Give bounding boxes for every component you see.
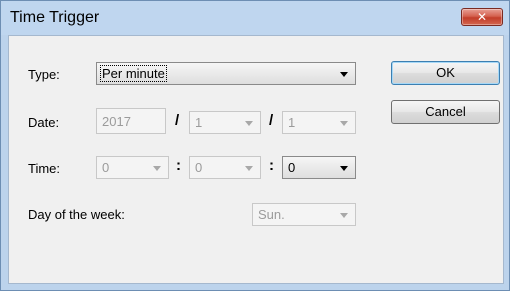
dialog-body: Type: Per minute Date: 2017 / 1 / 1 Time… — [8, 35, 504, 284]
time-hour-value: 0 — [102, 160, 110, 175]
date-year-field[interactable]: 2017 — [96, 108, 166, 134]
day-of-week-select[interactable]: Sun. — [252, 203, 356, 226]
chevron-down-icon — [340, 213, 348, 218]
date-separator: / — [175, 112, 180, 129]
chevron-down-icon — [340, 166, 348, 171]
time-minute-value: 0 — [195, 160, 203, 175]
type-label: Type: — [28, 67, 60, 82]
time-hour-select[interactable]: 0 — [96, 156, 169, 179]
date-year-value: 2017 — [102, 114, 131, 129]
date-separator: / — [269, 112, 274, 129]
day-of-week-value: Sun. — [258, 207, 285, 222]
close-icon: ✕ — [476, 10, 488, 24]
chevron-down-icon — [245, 121, 253, 126]
date-label: Date: — [28, 115, 60, 130]
date-month-value: 1 — [195, 115, 203, 130]
time-separator: : — [176, 157, 181, 174]
date-month-select[interactable]: 1 — [189, 111, 261, 134]
close-button[interactable]: ✕ — [461, 8, 503, 26]
time-second-select[interactable]: 0 — [282, 156, 356, 179]
type-select[interactable]: Per minute — [96, 62, 356, 85]
time-separator: : — [269, 157, 274, 174]
window-title: Time Trigger — [10, 9, 100, 26]
chevron-down-icon — [340, 72, 348, 77]
chevron-down-icon — [153, 166, 161, 171]
date-day-value: 1 — [288, 115, 296, 130]
cancel-button[interactable]: Cancel — [391, 100, 500, 124]
time-label: Time: — [28, 161, 61, 176]
chevron-down-icon — [340, 121, 348, 126]
date-day-select[interactable]: 1 — [282, 111, 356, 134]
time-trigger-dialog: Time Trigger ✕ Type: Per minute Date: 20… — [0, 0, 510, 291]
title-bar[interactable]: Time Trigger ✕ — [1, 1, 509, 35]
day-of-week-label: Day of the week: — [28, 207, 125, 222]
ok-button[interactable]: OK — [391, 61, 500, 85]
time-second-value: 0 — [288, 160, 296, 175]
chevron-down-icon — [245, 166, 253, 171]
time-minute-select[interactable]: 0 — [189, 156, 261, 179]
type-select-value: Per minute — [100, 65, 167, 82]
